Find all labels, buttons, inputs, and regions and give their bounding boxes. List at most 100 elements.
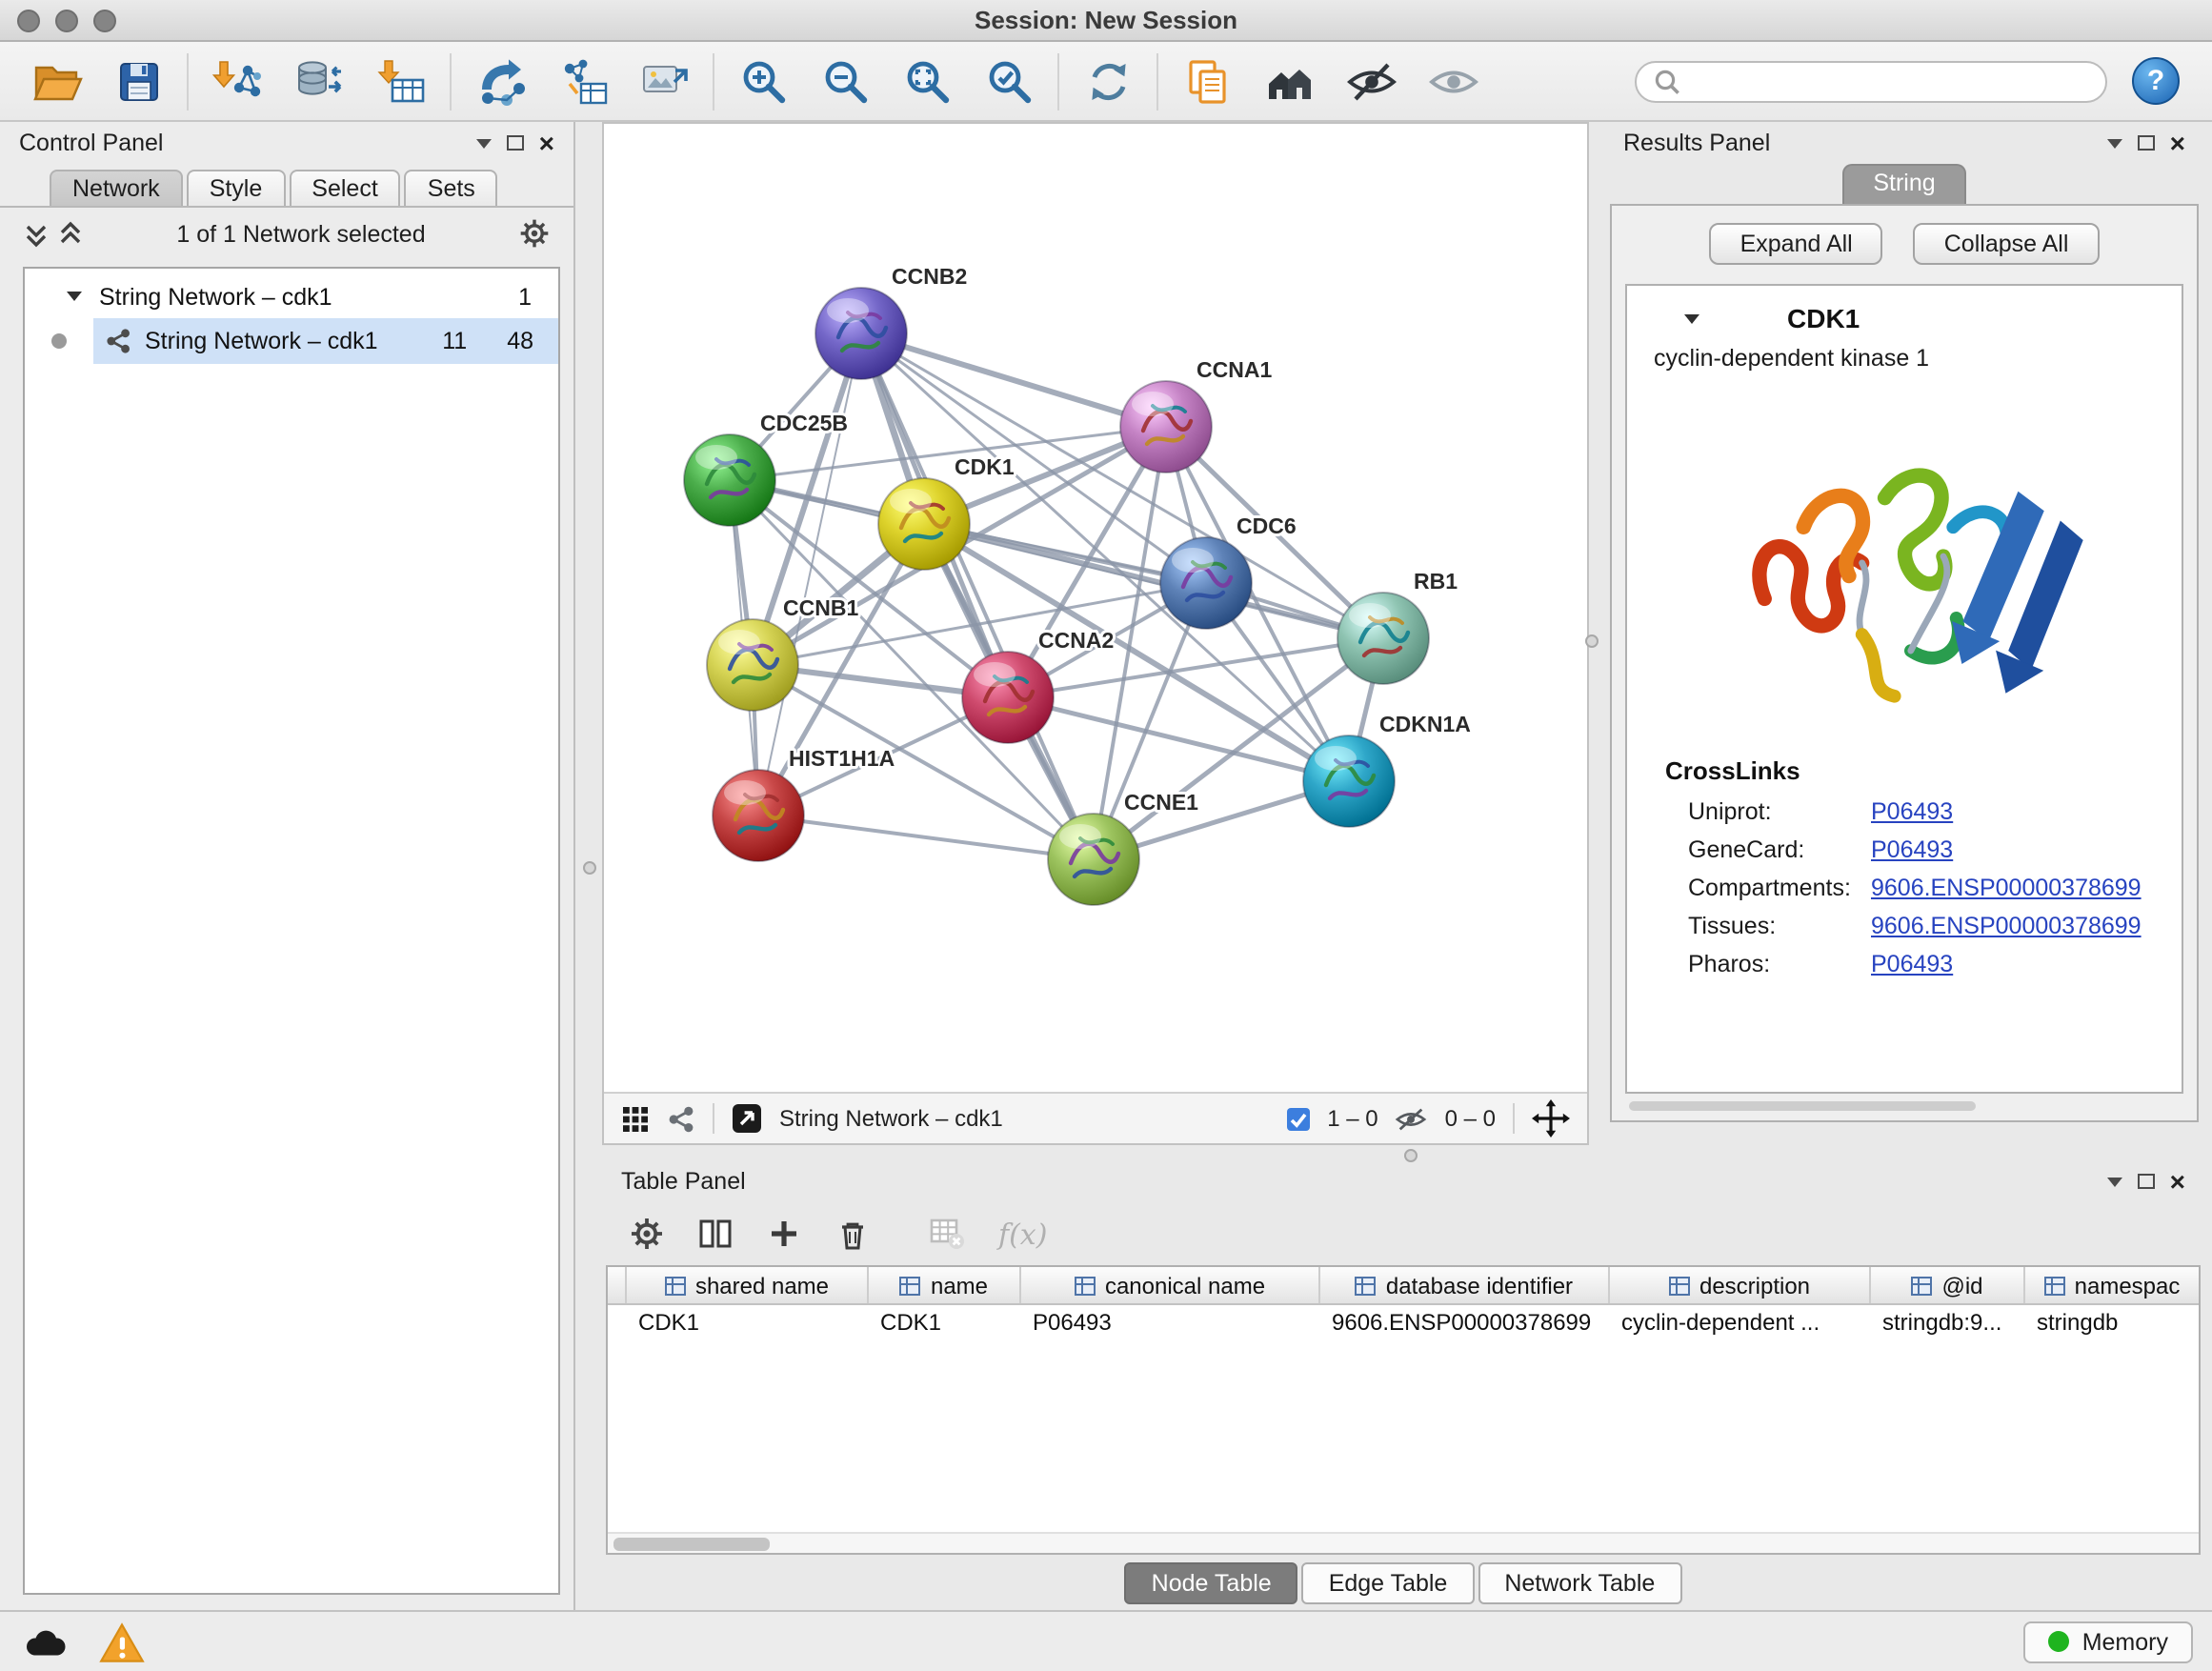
open-session-button[interactable]	[15, 47, 97, 115]
table-horizontal-scrollbar[interactable]	[608, 1532, 2199, 1553]
grid-mode-icon[interactable]	[621, 1104, 650, 1133]
network-node[interactable]	[1048, 814, 1139, 905]
tab-network[interactable]: Network	[50, 170, 183, 206]
network-node[interactable]	[1303, 735, 1395, 827]
tab-node-table[interactable]: Node Table	[1125, 1561, 1298, 1603]
save-session-button[interactable]	[97, 47, 179, 115]
zoom-out-button[interactable]	[804, 47, 886, 115]
panel-menu-icon[interactable]	[2107, 138, 2122, 148]
table-settings-gear-icon[interactable]	[629, 1216, 665, 1252]
column-header-shared-name[interactable]: shared name	[627, 1267, 869, 1303]
delete-column-trash-icon[interactable]	[835, 1216, 871, 1252]
zoom-window-button[interactable]	[93, 9, 116, 31]
gear-icon[interactable]	[518, 217, 551, 250]
cell-database-identifier[interactable]: 9606.ENSP00000378699	[1320, 1305, 1610, 1339]
search-input[interactable]	[1692, 68, 2088, 94]
network-canvas[interactable]: CCNB2CCNA1CDC25BCDK1CDC6RB1CCNB1CCNA2CDK…	[604, 124, 1587, 1092]
close-panel-icon[interactable]: ×	[539, 130, 554, 156]
cell-id[interactable]: stringdb:9...	[1871, 1305, 2025, 1339]
network-node[interactable]	[707, 619, 798, 711]
zoom-in-button[interactable]	[722, 47, 804, 115]
expand-all-icon[interactable]	[57, 220, 84, 247]
cloud-icon[interactable]	[19, 1624, 69, 1659]
cell-canonical-name[interactable]: P06493	[1021, 1305, 1320, 1339]
warning-icon[interactable]	[99, 1621, 145, 1662]
tree-expand-icon[interactable]	[67, 292, 82, 301]
network-edge[interactable]	[861, 333, 1094, 859]
float-panel-icon[interactable]	[2138, 135, 2155, 151]
show-all-button[interactable]	[1412, 47, 1494, 115]
section-collapse-icon[interactable]	[1684, 313, 1699, 323]
hide-selected-button[interactable]	[1330, 47, 1412, 115]
expand-all-button[interactable]: Expand All	[1710, 223, 1883, 265]
cell-shared-name[interactable]: CDK1	[627, 1305, 869, 1339]
memory-button[interactable]: Memory	[2023, 1621, 2193, 1662]
network-node[interactable]	[962, 652, 1054, 743]
splitter-handle[interactable]	[583, 861, 596, 875]
minimize-window-button[interactable]	[55, 9, 78, 31]
crosslink-pharos[interactable]: P06493	[1871, 951, 1953, 977]
import-table-button[interactable]	[360, 47, 442, 115]
open-external-icon[interactable]	[732, 1103, 762, 1134]
panel-menu-icon[interactable]	[476, 138, 492, 148]
network-edge[interactable]	[861, 333, 1166, 427]
crosslink-tissues[interactable]: 9606.ENSP00000378699	[1871, 913, 2142, 939]
crosslink-uniprot[interactable]: P06493	[1871, 798, 1953, 825]
network-node[interactable]	[713, 770, 804, 861]
network-edge[interactable]	[758, 815, 1094, 859]
column-header-database-identifier[interactable]: database identifier	[1320, 1267, 1610, 1303]
table-row[interactable]: CDK1 CDK1 P06493 9606.ENSP00000378699 cy…	[608, 1305, 2199, 1339]
hidden-eye-slash-icon[interactable]	[1396, 1104, 1428, 1133]
network-node[interactable]	[815, 288, 907, 379]
tab-string[interactable]: String	[1842, 164, 1965, 204]
crosslink-compartments[interactable]: 9606.ENSP00000378699	[1871, 875, 2142, 901]
results-horizontal-scrollbar[interactable]	[1625, 1099, 2183, 1115]
tab-network-table[interactable]: Network Table	[1478, 1561, 1681, 1603]
panel-menu-icon[interactable]	[2107, 1177, 2122, 1186]
column-header-namespace[interactable]: namespac	[2025, 1267, 2199, 1303]
help-button[interactable]: ?	[2132, 57, 2180, 105]
birdseye-view-button[interactable]	[1248, 47, 1330, 115]
tab-sets[interactable]: Sets	[405, 170, 498, 206]
column-header-description[interactable]: description	[1610, 1267, 1871, 1303]
selected-checkbox-icon[interactable]	[1285, 1106, 1310, 1131]
zoom-selected-button[interactable]	[968, 47, 1050, 115]
network-node[interactable]	[1120, 381, 1212, 473]
import-network-database-button[interactable]	[278, 47, 360, 115]
add-column-icon[interactable]	[766, 1216, 802, 1252]
show-columns-icon[interactable]	[697, 1216, 734, 1252]
close-panel-icon[interactable]: ×	[2170, 1168, 2185, 1195]
close-window-button[interactable]	[17, 9, 40, 31]
float-panel-icon[interactable]	[2138, 1174, 2155, 1189]
pan-crosshair-icon[interactable]	[1532, 1099, 1570, 1137]
new-network-button[interactable]	[459, 47, 541, 115]
close-panel-icon[interactable]: ×	[2170, 130, 2185, 156]
column-header-canonical-name[interactable]: canonical name	[1021, 1267, 1320, 1303]
tab-style[interactable]: Style	[187, 170, 286, 206]
splitter-handle[interactable]	[1404, 1149, 1418, 1162]
cell-name[interactable]: CDK1	[869, 1305, 1021, 1339]
splitter-handle[interactable]	[1585, 634, 1599, 648]
network-node[interactable]	[878, 478, 970, 570]
network-node[interactable]	[1337, 593, 1429, 684]
float-panel-icon[interactable]	[507, 135, 524, 151]
apply-layout-button[interactable]	[1067, 47, 1149, 115]
network-edge[interactable]	[758, 333, 861, 815]
export-image-button[interactable]	[623, 47, 705, 115]
network-node[interactable]	[1160, 537, 1252, 629]
cell-namespace[interactable]: stringdb	[2025, 1305, 2199, 1339]
network-node[interactable]	[684, 434, 775, 526]
zoom-fit-button[interactable]	[886, 47, 968, 115]
network-collection-row[interactable]: String Network – cdk1 1	[25, 274, 558, 318]
copy-view-button[interactable]	[1166, 47, 1248, 115]
network-row-selected[interactable]: String Network – cdk1 11 48	[25, 318, 558, 364]
network-to-table-button[interactable]	[541, 47, 623, 115]
import-network-file-button[interactable]	[196, 47, 278, 115]
collapse-all-icon[interactable]	[23, 220, 50, 247]
cell-description[interactable]: cyclin-dependent ...	[1610, 1305, 1871, 1339]
tab-edge-table[interactable]: Edge Table	[1302, 1561, 1475, 1603]
network-share-icon[interactable]	[667, 1104, 695, 1133]
column-header-id[interactable]: @id	[1871, 1267, 2025, 1303]
collapse-all-button[interactable]: Collapse All	[1914, 223, 2100, 265]
crosslink-genecard[interactable]: P06493	[1871, 836, 1953, 863]
